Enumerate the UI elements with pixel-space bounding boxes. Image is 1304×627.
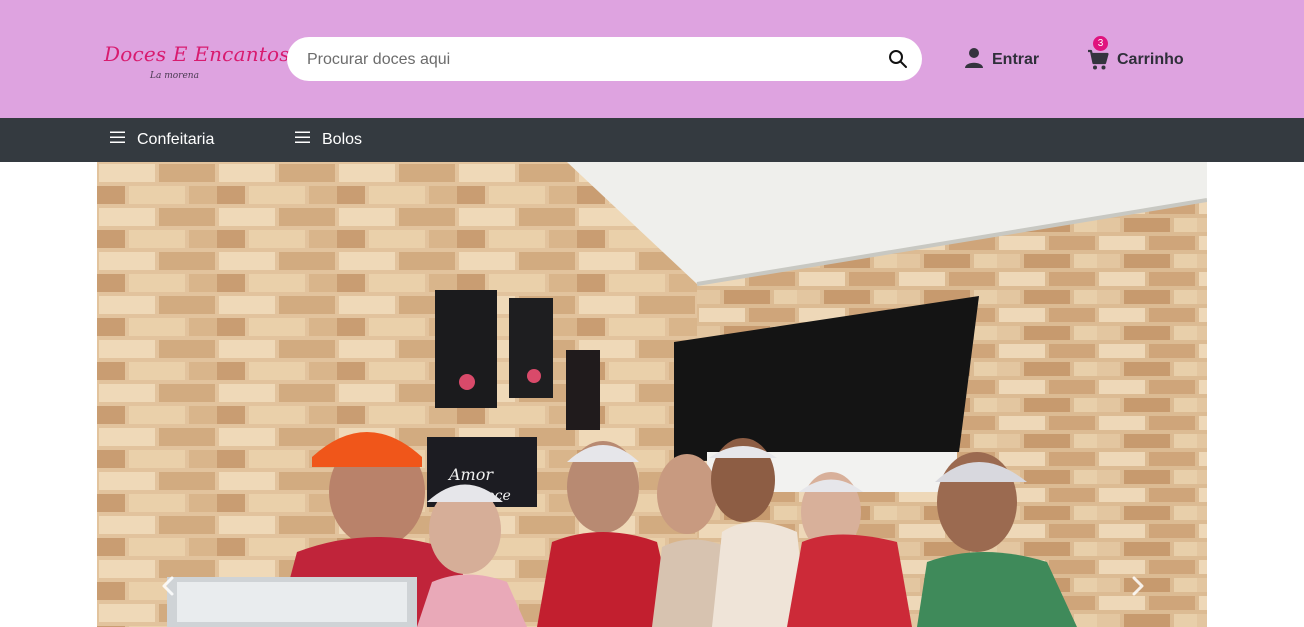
search-icon[interactable] xyxy=(888,49,908,69)
nav-item-confeitaria[interactable]: Confeitaria xyxy=(110,118,214,162)
brand-tagline: La morena xyxy=(150,71,199,81)
chevron-right-icon[interactable] xyxy=(1125,574,1149,598)
login-label: Entrar xyxy=(992,51,1040,68)
nav-item-bolos[interactable]: Bolos xyxy=(295,118,362,162)
nav-item-label: Bolos xyxy=(322,131,363,148)
top-header: Doces E Encantos La morena Entrar xyxy=(0,0,1304,118)
sign-text-1: Amor xyxy=(447,465,494,484)
cart-icon: 3 xyxy=(1087,36,1109,71)
cart-count-badge: 3 xyxy=(1093,36,1108,51)
hero-carousel: Amor Doce xyxy=(97,162,1207,627)
cart-button[interactable]: 3 Carrinho xyxy=(1087,36,1184,72)
cart-label: Carrinho xyxy=(1117,51,1184,68)
menu-icon xyxy=(295,131,310,149)
search-input[interactable] xyxy=(305,37,879,83)
menu-icon xyxy=(110,131,125,149)
category-nav: Confeitaria Bolos xyxy=(0,118,1304,162)
login-button[interactable]: Entrar xyxy=(964,47,1040,74)
search-bar xyxy=(287,37,922,83)
nav-item-label: Confeitaria xyxy=(137,131,215,148)
brand-logo[interactable]: Doces E Encantos La morena xyxy=(104,42,290,88)
chevron-left-icon[interactable] xyxy=(157,574,181,598)
hero-photo: Amor Doce xyxy=(97,162,1207,627)
brand-name: Doces E Encantos xyxy=(104,42,290,66)
user-icon xyxy=(964,47,984,74)
